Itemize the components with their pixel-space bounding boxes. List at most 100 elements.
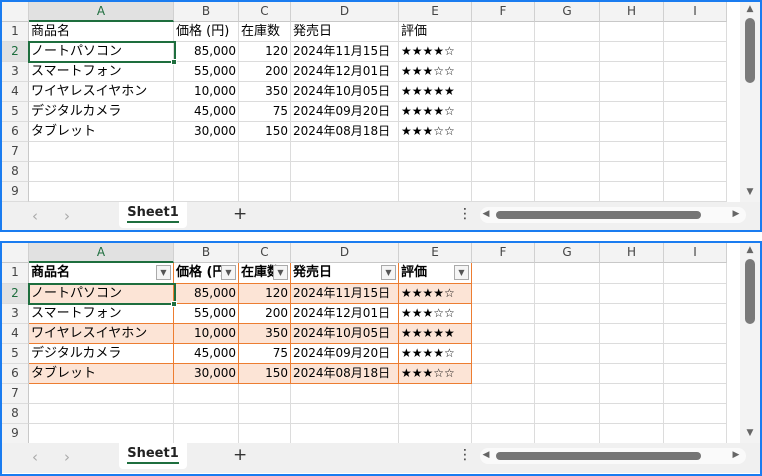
cell-a3[interactable]: スマートフォン [29,304,174,324]
cell-h7[interactable] [600,384,664,404]
scroll-left-arrow-icon[interactable]: ◀ [476,209,496,219]
cell-h7[interactable] [600,142,664,162]
cell-f5[interactable] [472,344,535,364]
cell-h4[interactable] [600,324,664,344]
cell-i9[interactable] [664,424,727,444]
select-all-corner[interactable] [2,2,29,22]
cell-c9[interactable] [239,424,291,444]
cell-e7[interactable] [399,384,472,404]
cell-h9[interactable] [600,182,664,202]
row-header-3[interactable]: 3 [2,62,29,82]
cell-a5[interactable]: デジタルカメラ [29,344,174,364]
row-header-2[interactable]: 2 [2,42,29,62]
cell-h2[interactable] [600,284,664,304]
scroll-right-arrow-icon[interactable]: ▶ [726,209,746,219]
cell-i8[interactable] [664,404,727,424]
cell-i1[interactable] [664,22,727,42]
cell-d3[interactable]: 2024年12月01日 [291,304,399,324]
vertical-scroll-thumb[interactable] [745,18,755,83]
cell-c1[interactable]: 在庫数 ▼ [239,263,291,284]
column-header-g[interactable]: G [535,2,600,22]
cell-c8[interactable] [239,162,291,182]
cell-b6[interactable]: 30,000 [174,122,239,142]
cell-g7[interactable] [535,384,600,404]
next-sheet-icon[interactable]: › [64,207,70,225]
cell-c4[interactable]: 350 [239,324,291,344]
cell-e6[interactable]: ★★★☆☆ [399,364,472,384]
cell-b7[interactable] [174,142,239,162]
cell-i7[interactable] [664,384,727,404]
cell-b2[interactable]: 85,000 [174,284,239,304]
cell-a6[interactable]: タブレット [29,122,174,142]
cell-c6[interactable]: 150 [239,122,291,142]
cell-g8[interactable] [535,404,600,424]
cell-c2[interactable]: 120 [239,42,291,62]
cell-g1[interactable] [535,263,600,284]
add-sheet-button[interactable]: + [233,204,247,224]
column-header-d[interactable]: D [291,243,399,263]
cell-e6[interactable]: ★★★☆☆ [399,122,472,142]
cell-b5[interactable]: 45,000 [174,102,239,122]
cell-i4[interactable] [664,82,727,102]
row-header-7[interactable]: 7 [2,384,29,404]
cell-f3[interactable] [472,62,535,82]
cell-g1[interactable] [535,22,600,42]
cell-d3[interactable]: 2024年12月01日 [291,62,399,82]
cell-h2[interactable] [600,42,664,62]
cell-d7[interactable] [291,384,399,404]
cell-d9[interactable] [291,182,399,202]
cell-f2[interactable] [472,42,535,62]
horizontal-scroll-thumb[interactable] [496,211,701,219]
prev-sheet-icon[interactable]: ‹ [32,448,38,466]
row-header-9[interactable]: 9 [2,424,29,444]
column-header-a[interactable]: A [29,2,174,22]
cell-d5[interactable]: 2024年09月20日 [291,102,399,122]
row-header-3[interactable]: 3 [2,304,29,324]
cell-g3[interactable] [535,304,600,324]
cell-e8[interactable] [399,162,472,182]
cell-c5[interactable]: 75 [239,102,291,122]
more-options-icon[interactable]: ⋮ [458,447,472,463]
column-header-e[interactable]: E [399,243,472,263]
cell-h1[interactable] [600,22,664,42]
cell-c7[interactable] [239,384,291,404]
column-header-d[interactable]: D [291,2,399,22]
row-header-4[interactable]: 4 [2,324,29,344]
cell-a4[interactable]: ワイヤレスイヤホン [29,324,174,344]
cell-a7[interactable] [29,384,174,404]
column-header-c[interactable]: C [239,243,291,263]
row-header-1[interactable]: 1 [2,263,29,284]
cell-d4[interactable]: 2024年10月05日 [291,82,399,102]
row-header-9[interactable]: 9 [2,182,29,202]
row-header-5[interactable]: 5 [2,344,29,364]
row-header-2[interactable]: 2 [2,284,29,304]
more-options-icon[interactable]: ⋮ [458,206,472,222]
scroll-up-arrow-icon[interactable]: ▲ [740,245,760,255]
cell-h5[interactable] [600,102,664,122]
row-header-4[interactable]: 4 [2,82,29,102]
cell-f7[interactable] [472,142,535,162]
cell-f4[interactable] [472,82,535,102]
row-header-8[interactable]: 8 [2,162,29,182]
cell-e4[interactable]: ★★★★★ [399,82,472,102]
cell-d6[interactable]: 2024年08月18日 [291,364,399,384]
horizontal-scrollbar[interactable]: ◀ ▶ [480,207,746,223]
column-header-f[interactable]: F [472,2,535,22]
cell-i7[interactable] [664,142,727,162]
row-header-6[interactable]: 6 [2,364,29,384]
cell-e5[interactable]: ★★★★☆ [399,344,472,364]
column-header-i[interactable]: I [664,243,727,263]
cell-a2[interactable]: ノートパソコン [29,284,174,304]
cell-i2[interactable] [664,284,727,304]
cell-c8[interactable] [239,404,291,424]
cell-b4[interactable]: 10,000 [174,82,239,102]
cell-f8[interactable] [472,404,535,424]
column-header-c[interactable]: C [239,2,291,22]
column-header-b[interactable]: B [174,243,239,263]
cell-b3[interactable]: 55,000 [174,62,239,82]
cell-b3[interactable]: 55,000 [174,304,239,324]
cell-a1[interactable]: 商品名 [29,22,174,42]
cell-i6[interactable] [664,364,727,384]
cell-d8[interactable] [291,404,399,424]
cell-h8[interactable] [600,162,664,182]
